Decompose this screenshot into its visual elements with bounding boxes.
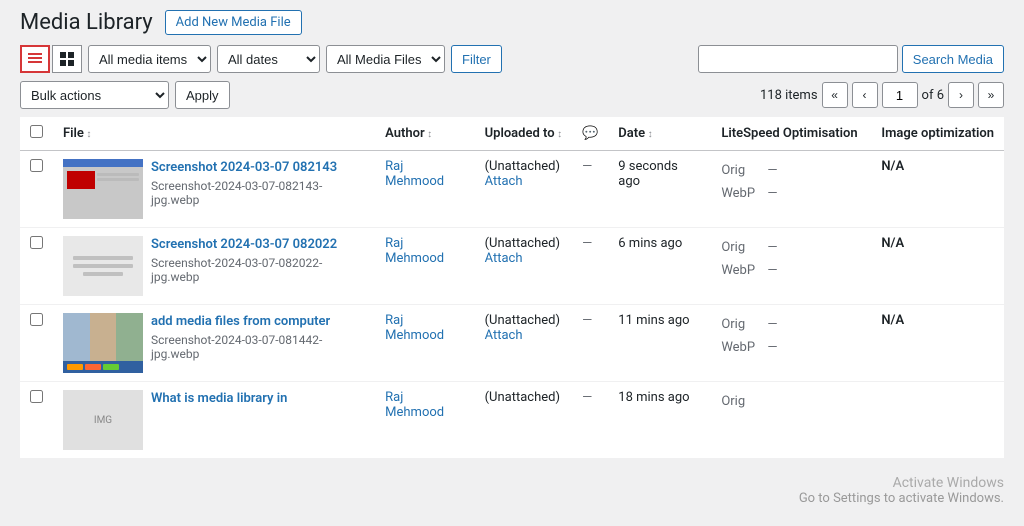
thumbnail-3: IMG xyxy=(63,390,143,450)
search-input[interactable] xyxy=(698,45,898,73)
comment-cell-3: — xyxy=(572,382,608,459)
thumbnail-2 xyxy=(63,313,143,373)
file-type-filter[interactable]: All Media Files Optimised Not optimised xyxy=(326,45,445,73)
litespeed-cell-0: Orig — WebP — xyxy=(711,151,871,228)
pagination-area: 118 items « ‹ of 6 › » xyxy=(760,82,1004,108)
col-image-opt: Image optimization xyxy=(871,117,1004,151)
col-uploaded-to[interactable]: Uploaded to xyxy=(475,117,573,151)
attach-link-1[interactable]: Attach xyxy=(485,251,523,266)
comment-cell-1: — xyxy=(572,228,608,305)
media-type-filter[interactable]: All media items Images Audio Video xyxy=(88,45,211,73)
date-cell-3: 18 mins ago xyxy=(608,382,711,459)
file-cell-3: IMG What is media library in xyxy=(53,382,375,459)
na-badge-2: N/A xyxy=(881,313,904,328)
author-cell-2: Raj Mehmood xyxy=(375,305,474,382)
col-file[interactable]: File xyxy=(53,117,375,151)
page-of-label: of 6 xyxy=(922,88,944,103)
author-link-2[interactable]: Raj Mehmood xyxy=(385,313,444,343)
litespeed-cell-2: Orig — WebP — xyxy=(711,305,871,382)
date-cell-2: 11 mins ago xyxy=(608,305,711,382)
first-page-button[interactable]: « xyxy=(822,82,848,108)
bulk-actions-select[interactable]: Bulk actions Delete Permanently xyxy=(20,81,169,109)
thumbnail-1 xyxy=(63,236,143,296)
author-link-3[interactable]: Raj Mehmood xyxy=(385,390,444,420)
table-row: add media files from computer Screenshot… xyxy=(20,305,1004,382)
prev-page-button[interactable]: ‹ xyxy=(852,82,878,108)
row-checkbox-2[interactable] xyxy=(30,313,43,326)
select-all-checkbox[interactable] xyxy=(30,125,43,138)
author-cell-1: Raj Mehmood xyxy=(375,228,474,305)
author-link-0[interactable]: Raj Mehmood xyxy=(385,159,444,189)
date-cell-1: 6 mins ago xyxy=(608,228,711,305)
author-cell-3: Raj Mehmood xyxy=(375,382,474,459)
uploaded-to-cell-2: (Unattached)Attach xyxy=(475,305,573,382)
col-litespeed: LiteSpeed Optimisation xyxy=(711,117,871,151)
file-name-0: Screenshot-2024-03-07-082143-jpg.webp xyxy=(151,179,365,207)
date-cell-0: 9 seconds ago xyxy=(608,151,711,228)
file-cell-0: Screenshot 2024-03-07 082143 Screenshot-… xyxy=(53,151,375,228)
file-cell-2: add media files from computer Screenshot… xyxy=(53,305,375,382)
row-checkbox-0[interactable] xyxy=(30,159,43,172)
filter-button[interactable]: Filter xyxy=(451,45,502,73)
file-name-2: Screenshot-2024-03-07-081442-jpg.webp xyxy=(151,333,365,361)
row-checkbox-1[interactable] xyxy=(30,236,43,249)
table-row: Screenshot 2024-03-07 082143 Screenshot-… xyxy=(20,151,1004,228)
activate-windows-notice: Activate Windows Go to Settings to activ… xyxy=(799,475,1004,506)
col-date[interactable]: Date xyxy=(608,117,711,151)
view-toggle xyxy=(20,45,82,73)
file-title-link-1[interactable]: Screenshot 2024-03-07 082022 xyxy=(151,236,365,254)
comment-cell-0: — xyxy=(572,151,608,228)
uploaded-to-cell-0: (Unattached)Attach xyxy=(475,151,573,228)
attach-link-2[interactable]: Attach xyxy=(485,328,523,343)
table-row: Screenshot 2024-03-07 082022 Screenshot-… xyxy=(20,228,1004,305)
na-badge-0: N/A xyxy=(881,159,904,174)
uploaded-to-cell-1: (Unattached)Attach xyxy=(475,228,573,305)
bulk-actions-area: Bulk actions Delete Permanently Apply xyxy=(20,81,230,109)
row-checkbox-3[interactable] xyxy=(30,390,43,403)
file-name-1: Screenshot-2024-03-07-082022-jpg.webp xyxy=(151,256,365,284)
image-opt-cell-3 xyxy=(871,382,1004,459)
author-cell-0: Raj Mehmood xyxy=(375,151,474,228)
add-new-media-button[interactable]: Add New Media File xyxy=(165,10,302,35)
search-media-button[interactable]: Search Media xyxy=(902,45,1004,73)
na-badge-1: N/A xyxy=(881,236,904,251)
list-view-button[interactable] xyxy=(20,45,50,73)
apply-button[interactable]: Apply xyxy=(175,81,230,109)
image-opt-cell-0: N/A xyxy=(871,151,1004,228)
table-row: IMG What is media library in Raj Mehmood… xyxy=(20,382,1004,459)
thumbnail-0 xyxy=(63,159,143,219)
image-opt-cell-1: N/A xyxy=(871,228,1004,305)
file-title-link-0[interactable]: Screenshot 2024-03-07 082143 xyxy=(151,159,365,177)
col-comment: 💬 xyxy=(572,117,608,151)
items-count: 118 items xyxy=(760,88,818,103)
file-cell-1: Screenshot 2024-03-07 082022 Screenshot-… xyxy=(53,228,375,305)
next-page-button[interactable]: › xyxy=(948,82,974,108)
page-title: Media Library xyxy=(20,10,153,35)
last-page-button[interactable]: » xyxy=(978,82,1004,108)
litespeed-cell-3: Orig xyxy=(711,382,871,459)
image-opt-cell-2: N/A xyxy=(871,305,1004,382)
uploaded-to-cell-3: (Unattached) xyxy=(475,382,573,459)
file-title-link-2[interactable]: add media files from computer xyxy=(151,313,365,331)
media-table: File Author Uploaded to 💬 Date LiteSpeed… xyxy=(20,117,1004,459)
page-number-input[interactable] xyxy=(882,82,918,108)
activate-windows-title: Activate Windows xyxy=(799,475,1004,491)
grid-view-button[interactable] xyxy=(52,45,82,73)
search-area: Search Media xyxy=(698,45,1004,73)
col-author[interactable]: Author xyxy=(375,117,474,151)
file-title-link-3[interactable]: What is media library in xyxy=(151,390,287,408)
comment-cell-2: — xyxy=(572,305,608,382)
attach-link-0[interactable]: Attach xyxy=(485,174,523,189)
litespeed-cell-1: Orig — WebP — xyxy=(711,228,871,305)
author-link-1[interactable]: Raj Mehmood xyxy=(385,236,444,266)
activate-windows-subtitle: Go to Settings to activate Windows. xyxy=(799,491,1004,506)
date-filter[interactable]: All dates March 2024 xyxy=(217,45,320,73)
